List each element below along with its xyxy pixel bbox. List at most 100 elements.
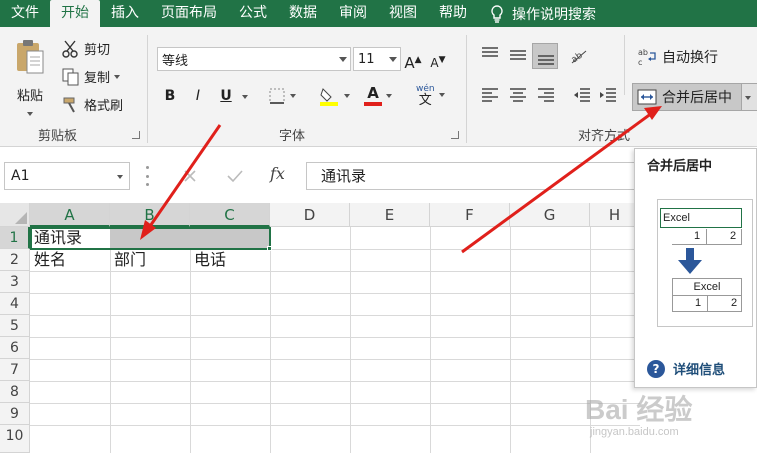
- borders-button[interactable]: [268, 87, 296, 105]
- align-bottom-button[interactable]: [532, 43, 558, 69]
- column-header-c[interactable]: C: [190, 203, 270, 227]
- column-header-f[interactable]: F: [430, 203, 510, 227]
- copy-button[interactable]: 复制: [62, 67, 121, 86]
- wrap-text-icon: abc: [638, 48, 656, 67]
- increase-indent-icon[interactable]: [598, 85, 618, 105]
- row-header-2[interactable]: 2: [0, 249, 30, 271]
- fill-color-button[interactable]: [318, 85, 350, 107]
- grow-font-icon: A: [404, 54, 415, 72]
- illus-row-after: 1 2: [672, 296, 742, 312]
- align-middle-icon[interactable]: [508, 45, 528, 65]
- format-painter-button[interactable]: 格式刷: [62, 95, 123, 114]
- tab-page-layout[interactable]: 页面布局: [150, 0, 228, 27]
- row-header-3[interactable]: 3: [0, 271, 30, 293]
- search-label: 操作说明搜索: [512, 6, 596, 23]
- row-header-9[interactable]: 9: [0, 403, 30, 425]
- cell-a2[interactable]: 姓名: [30, 249, 110, 271]
- insert-function-button[interactable]: fx: [270, 164, 285, 183]
- font-group-label: 字体: [279, 129, 306, 144]
- phonetic-char: 文: [418, 93, 432, 108]
- ribbon-home: 粘贴 剪切 复制 格式刷 剪贴板 等线 11 A▲ A▼ B I U A wén…: [0, 27, 757, 147]
- shrink-font-icon: A: [430, 56, 439, 70]
- tab-home[interactable]: 开始: [50, 0, 100, 27]
- tab-help[interactable]: 帮助: [428, 0, 478, 27]
- row-header-8[interactable]: 8: [0, 381, 30, 403]
- lightbulb-icon: [491, 4, 503, 23]
- cell-c2[interactable]: 电话: [190, 249, 270, 271]
- font-color-button[interactable]: A: [364, 85, 392, 106]
- select-all-icon: [15, 212, 27, 224]
- align-left-icon[interactable]: [480, 85, 500, 105]
- cell-a1[interactable]: 通讯录: [30, 227, 110, 249]
- tab-view[interactable]: 视图: [378, 0, 428, 27]
- underline-button[interactable]: U: [216, 85, 236, 107]
- svg-text:ab: ab: [638, 48, 648, 57]
- merge-options-dropdown[interactable]: [742, 83, 757, 111]
- tell-me-search[interactable]: 操作说明搜索: [478, 4, 596, 24]
- cut-button[interactable]: 剪切: [62, 39, 110, 58]
- font-size-select[interactable]: 11: [353, 47, 401, 71]
- chevron-down-icon: [114, 74, 121, 79]
- baidu-watermark: Bai 经验: [585, 394, 693, 425]
- tab-formulas[interactable]: 公式: [228, 0, 278, 27]
- illus-excel-after: Excel: [672, 278, 742, 296]
- clipboard-group-label: 剪贴板: [38, 129, 78, 144]
- name-box[interactable]: A1: [4, 162, 130, 190]
- merge-center-button[interactable]: 合并后居中: [632, 83, 742, 111]
- orientation-icon[interactable]: ab: [568, 45, 588, 65]
- row-header-10[interactable]: 10: [0, 425, 30, 453]
- grow-font-button[interactable]: A▲: [403, 49, 423, 72]
- italic-button[interactable]: I: [188, 85, 208, 107]
- column-header-a[interactable]: A: [30, 203, 110, 227]
- tab-insert[interactable]: 插入: [100, 0, 150, 27]
- tab-data[interactable]: 数据: [278, 0, 328, 27]
- column-header-b[interactable]: B: [110, 203, 190, 227]
- chevron-down-icon: [386, 93, 392, 98]
- phonetic-guide-button[interactable]: wén 文: [416, 83, 445, 107]
- chevron-down-icon: [290, 94, 296, 98]
- wrap-text-button[interactable]: ab c 自动换行: [638, 47, 718, 67]
- chevron-down-icon[interactable]: [242, 95, 248, 99]
- row-header-4[interactable]: 4: [0, 293, 30, 315]
- row-header-7[interactable]: 7: [0, 359, 30, 381]
- clipboard-launcher-icon[interactable]: [132, 131, 140, 139]
- font-size-value: 11: [358, 51, 375, 67]
- more-info-link[interactable]: ? 详细信息: [647, 359, 725, 378]
- bold-button[interactable]: B: [160, 85, 180, 107]
- cell-b2[interactable]: 部门: [110, 249, 190, 271]
- illus-row-before: 1 2: [672, 229, 742, 245]
- paste-button[interactable]: 粘贴: [14, 39, 46, 116]
- name-box-value: A1: [11, 168, 30, 184]
- gridline: [30, 381, 640, 382]
- row-header-1[interactable]: 1: [0, 227, 30, 249]
- illus-num-2: 2: [730, 230, 737, 242]
- select-all-corner[interactable]: [0, 203, 30, 227]
- row-header-6[interactable]: 6: [0, 337, 30, 359]
- formula-bar-grip[interactable]: [146, 166, 150, 186]
- column-header-d[interactable]: D: [270, 203, 350, 227]
- enter-check-icon[interactable]: [225, 166, 245, 186]
- tab-review[interactable]: 审阅: [328, 0, 378, 27]
- cancel-icon[interactable]: [180, 166, 200, 186]
- align-top-icon[interactable]: [480, 45, 500, 65]
- illus-num-2: 2: [731, 297, 738, 309]
- shrink-font-button[interactable]: A▼: [428, 49, 448, 71]
- gridline: [30, 315, 640, 316]
- chevron-down-icon: [745, 96, 751, 100]
- format-painter-label: 格式刷: [84, 99, 124, 114]
- gridline: [350, 227, 351, 453]
- row-header-5[interactable]: 5: [0, 315, 30, 337]
- wrap-text-label: 自动换行: [662, 50, 718, 66]
- align-center-icon[interactable]: [508, 85, 528, 105]
- tooltip-illustration: Excel 1 2 Excel 1 2: [657, 199, 753, 327]
- formula-input[interactable]: 通讯录: [306, 162, 636, 190]
- font-launcher-icon[interactable]: [451, 131, 459, 139]
- font-name-select[interactable]: 等线: [157, 47, 351, 71]
- column-header-e[interactable]: E: [350, 203, 430, 227]
- column-header-h[interactable]: H: [590, 203, 640, 227]
- decrease-indent-icon[interactable]: [572, 85, 592, 105]
- column-header-g[interactable]: G: [510, 203, 590, 227]
- chevron-down-icon: [344, 94, 350, 98]
- align-right-icon[interactable]: [536, 85, 556, 105]
- tab-file[interactable]: 文件: [0, 0, 50, 27]
